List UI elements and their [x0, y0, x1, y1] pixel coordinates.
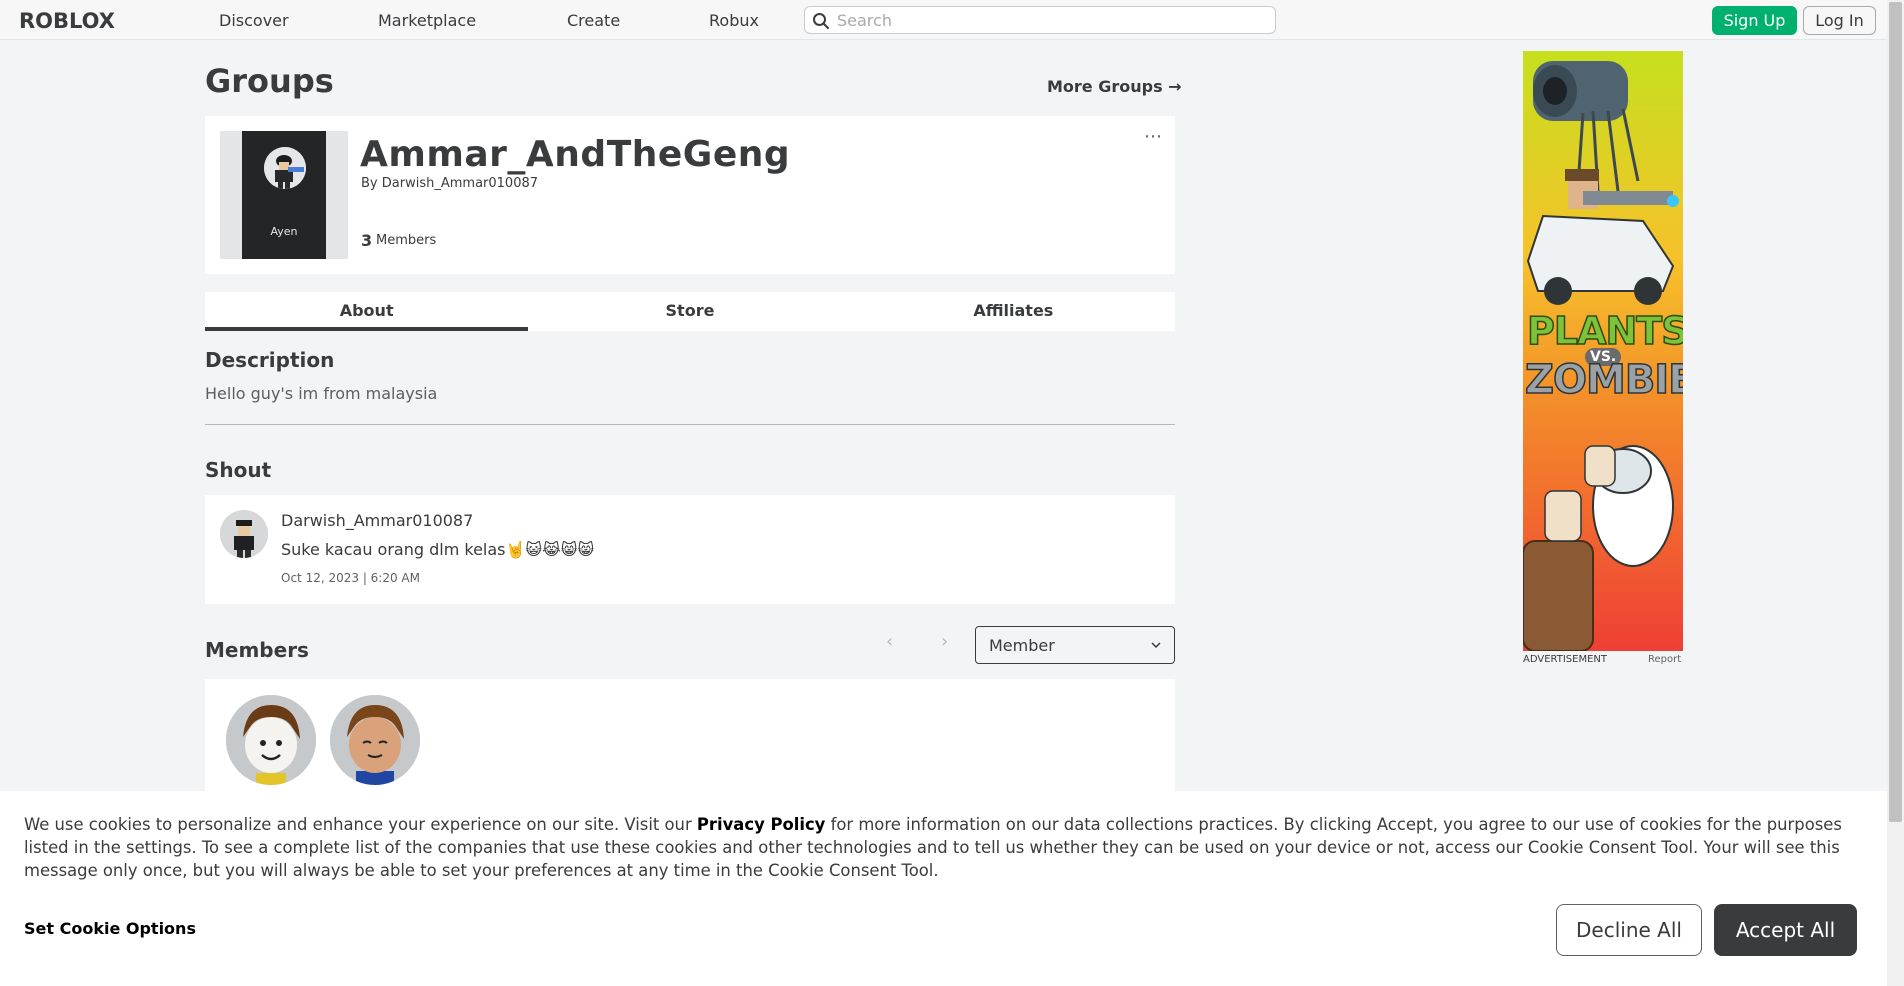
tab-about[interactable]: About [205, 292, 529, 331]
member-head-icon [226, 695, 316, 785]
roblox-logo[interactable]: ROBLOX [19, 9, 115, 33]
group-name: Ammar_AndTheGeng [360, 134, 791, 175]
ad-title-zombies: ZOMBIES [1524, 356, 1683, 404]
emblem-avatar [264, 147, 306, 189]
role-select-value: Member [989, 636, 1055, 655]
search-icon [813, 13, 829, 29]
tab-affiliates[interactable]: Affiliates [852, 292, 1175, 331]
section-divider [205, 424, 1175, 425]
chevron-right-icon[interactable]: › [941, 631, 948, 652]
avatar-figure-icon [220, 510, 268, 558]
avatar-figure-icon [264, 147, 306, 189]
member-count-label: Members [376, 233, 437, 248]
top-navigation: ROBLOX Discover Marketplace Create Robux… [0, 0, 1887, 40]
cookie-banner: We use cookies to personalize and enhanc… [0, 791, 1887, 986]
emblem-background: Ayen [242, 131, 326, 259]
sign-up-button[interactable]: Sign Up [1712, 6, 1797, 35]
accept-all-button[interactable]: Accept All [1714, 904, 1857, 956]
tab-store[interactable]: Store [528, 292, 851, 331]
shout-author-avatar[interactable] [220, 510, 268, 558]
page-scrollbar[interactable] [1887, 0, 1904, 986]
page-title: Groups [205, 62, 334, 100]
owner-prefix: By [361, 176, 378, 191]
shout-timestamp: Oct 12, 2023 | 6:20 AM [281, 571, 420, 585]
member-head-icon [330, 695, 420, 785]
shout-heading: Shout [205, 458, 272, 482]
shout-card: Darwish_Ammar010087 Suke kacau orang dlm… [205, 495, 1175, 604]
more-groups-link[interactable]: More Groups → [1047, 77, 1182, 96]
set-cookie-options-link[interactable]: Set Cookie Options [24, 919, 196, 938]
more-options-icon[interactable]: ⋯ [1144, 126, 1163, 147]
group-emblem: Ayen [220, 131, 348, 259]
group-tabs: About Store Affiliates [205, 292, 1175, 331]
group-header-card: Ayen Ammar_AndTheGeng By Darwish_Ammar01… [205, 116, 1175, 274]
scrollbar-thumb[interactable] [1889, 2, 1902, 822]
role-select[interactable]: Member [975, 626, 1175, 664]
cookie-text-before: We use cookies to personalize and enhanc… [24, 815, 697, 834]
privacy-policy-link[interactable]: Privacy Policy [697, 815, 825, 834]
shout-author-name[interactable]: Darwish_Ammar010087 [281, 511, 473, 530]
search-box [804, 6, 1276, 34]
chevron-left-icon[interactable]: ‹ [886, 631, 893, 652]
member-avatar[interactable] [226, 695, 316, 785]
nav-discover[interactable]: Discover [219, 11, 289, 30]
advertisement-label: ADVERTISEMENT [1523, 654, 1608, 665]
log-in-button[interactable]: Log In [1803, 6, 1876, 35]
group-owner: By Darwish_Ammar010087 [361, 176, 538, 191]
owner-link[interactable]: Darwish_Ammar010087 [382, 176, 538, 191]
emblem-label: Ayen [270, 225, 298, 238]
member-count: 3 [361, 231, 373, 250]
advertisement-banner[interactable]: PLANTS VS. ZOMBIES [1523, 51, 1683, 651]
cookie-message: We use cookies to personalize and enhanc… [24, 813, 1864, 882]
description-text: Hello guy's im from malaysia [205, 384, 438, 403]
member-avatar[interactable] [330, 695, 420, 785]
nav-marketplace[interactable]: Marketplace [378, 11, 476, 30]
members-heading: Members [205, 638, 309, 662]
nav-create[interactable]: Create [567, 11, 620, 30]
ad-title-plants: PLANTS [1526, 308, 1683, 354]
chevron-down-icon [1151, 642, 1161, 649]
nav-robux[interactable]: Robux [709, 11, 759, 30]
members-card [205, 679, 1175, 799]
description-heading: Description [205, 348, 335, 372]
shout-message: Suke kacau orang dlm kelas🤘😺😹😸😸 [281, 540, 595, 559]
ad-report-link[interactable]: Report [1648, 654, 1681, 665]
decline-all-button[interactable]: Decline All [1556, 904, 1702, 956]
search-input[interactable] [837, 9, 1267, 31]
